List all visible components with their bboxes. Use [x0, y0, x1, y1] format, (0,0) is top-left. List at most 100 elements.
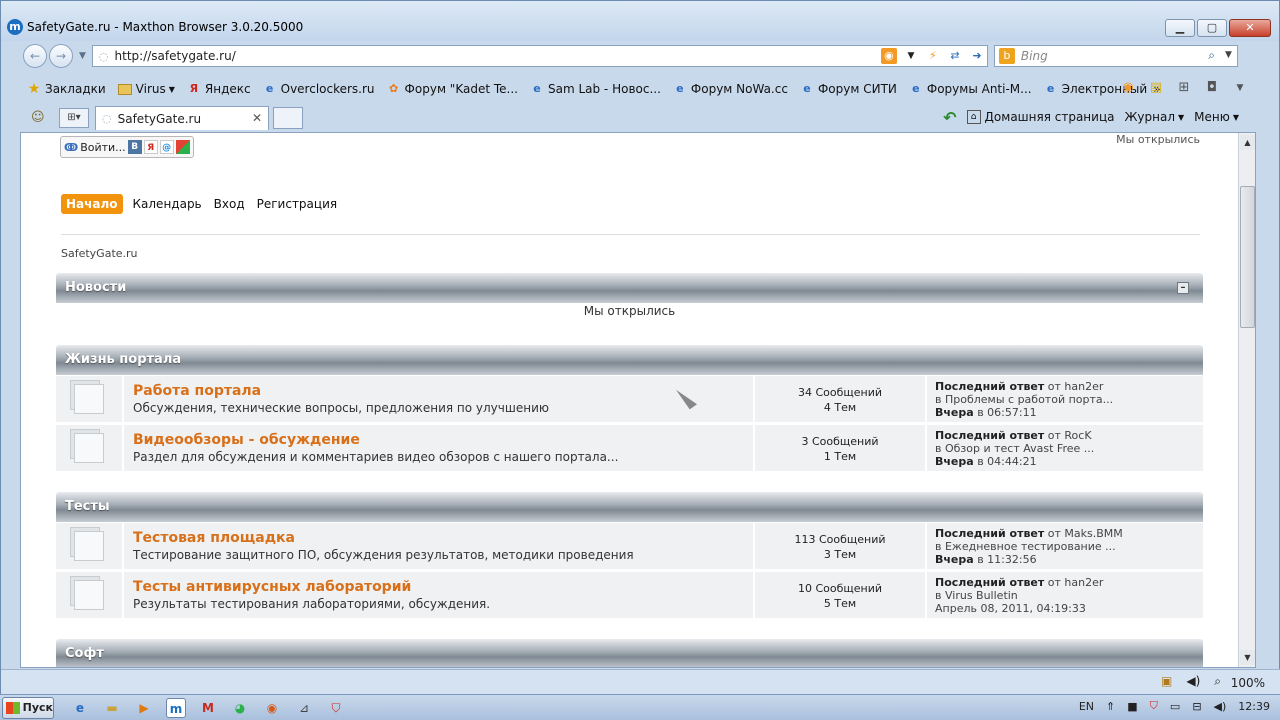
- scroll-down-icon[interactable]: ▼: [1240, 650, 1255, 665]
- bookmark-kadet[interactable]: ✿ Форум "Kadet Te...: [387, 82, 518, 96]
- clock[interactable]: 12:39: [1238, 700, 1270, 713]
- breadcrumb[interactable]: SafetyGate.ru: [61, 247, 138, 260]
- zoom-icon[interactable]: ⌕: [1214, 674, 1221, 689]
- last-post-topic[interactable]: в Обзор и тест Avast Free ...: [935, 442, 1203, 455]
- last-post-author[interactable]: от RocK: [1048, 429, 1092, 442]
- toolbar-dropdown-icon[interactable]: ▼: [1231, 79, 1249, 97]
- language-indicator[interactable]: EN: [1079, 700, 1094, 713]
- yandex-icon[interactable]: Я: [143, 140, 158, 154]
- last-post-label: Последний ответ: [935, 527, 1045, 540]
- google-icon[interactable]: [175, 140, 190, 154]
- tab-safetygate[interactable]: ◌ SafetyGate.ru ✕: [95, 106, 269, 130]
- refresh-icon[interactable]: ⇄: [947, 48, 963, 64]
- last-post-day: Вчера: [935, 553, 974, 566]
- antivirus-shield-icon[interactable]: ⛉: [326, 698, 346, 718]
- undo-close-icon[interactable]: ↶: [943, 108, 956, 127]
- chrome-icon[interactable]: ◕: [230, 698, 250, 718]
- menu-home[interactable]: Начало: [61, 194, 123, 214]
- bookmark-yandex[interactable]: Я Яндекс: [187, 82, 251, 96]
- divider: [61, 234, 1200, 235]
- last-post-topic[interactable]: в Проблемы с работой порта...: [935, 393, 1203, 406]
- last-post-topic[interactable]: в Ежедневное тестирование ...: [935, 540, 1203, 553]
- forum-stats: 113 Сообщений 3 Тем: [755, 523, 927, 569]
- last-post-time: в 06:57:11: [977, 406, 1037, 419]
- menu-register[interactable]: Регистрация: [257, 197, 337, 211]
- rss-icon[interactable]: ◉: [880, 48, 897, 64]
- history-dropdown[interactable]: ▼: [79, 51, 86, 61]
- tray-expand-icon[interactable]: ⇑: [1106, 700, 1115, 713]
- forum-title-link[interactable]: Тестовая площадка: [133, 530, 753, 547]
- menu-calendar[interactable]: Календарь: [133, 197, 202, 211]
- notifications-icon[interactable]: ▣: [1161, 674, 1172, 689]
- collapse-icon[interactable]: –: [1177, 282, 1189, 294]
- media-player-icon[interactable]: ▶: [134, 698, 154, 718]
- last-post-label: Последний ответ: [935, 429, 1045, 442]
- maxthon-taskbar-icon[interactable]: m: [166, 697, 186, 718]
- last-post-topic[interactable]: в Virus Bulletin: [935, 589, 1203, 602]
- forward-button[interactable]: →: [49, 44, 73, 68]
- address-bar[interactable]: ◌ http://safetygate.ru/ ◉ ▼ ⚡ ⇄ ➜: [91, 45, 988, 67]
- bookmark-nowa[interactable]: e Форум NoWa.cc: [673, 82, 788, 96]
- bookmark-bookmarks[interactable]: ★ Закладки: [27, 82, 106, 96]
- menu-login[interactable]: Вход: [214, 197, 245, 211]
- extensions-icon[interactable]: ⊞: [1175, 79, 1193, 97]
- scrollbar-thumb[interactable]: [1240, 186, 1255, 328]
- vertical-scrollbar[interactable]: ▲ ▼: [1238, 133, 1255, 667]
- journal-button[interactable]: Журнал ▼: [1124, 110, 1184, 124]
- tray-monitor-icon[interactable]: ▭: [1170, 700, 1180, 713]
- last-post-author[interactable]: от Maks.BMM: [1048, 527, 1123, 540]
- screenshot-icon[interactable]: ◘: [1203, 79, 1221, 97]
- forum-row: Тестовая площадка Тестирование защитного…: [56, 523, 1203, 570]
- notes-icon[interactable]: ▤: [1147, 79, 1165, 97]
- last-post-info: Последний ответ от Maks.BMM в Ежедневное…: [927, 523, 1203, 569]
- forum-title-link[interactable]: Тесты антивирусных лабораторий: [133, 579, 753, 596]
- user-icon[interactable]: ☺: [31, 109, 49, 127]
- maximize-button[interactable]: ▢: [1197, 19, 1227, 37]
- bookmark-overclockers[interactable]: e Overclockers.ru: [263, 82, 375, 96]
- bookmark-siti[interactable]: e Форум СИТИ: [800, 82, 897, 96]
- address-dropdown-icon[interactable]: ▼: [903, 48, 919, 64]
- zoom-level[interactable]: 100%: [1231, 676, 1265, 690]
- bing-icon: b: [998, 48, 1015, 64]
- home-page-button[interactable]: ⌂ Домашняя страница: [966, 110, 1114, 124]
- menu-button[interactable]: Меню ▼: [1194, 110, 1239, 124]
- feeds-icon[interactable]: ◉: [1119, 79, 1137, 97]
- search-icon[interactable]: ⌕: [1208, 48, 1215, 63]
- category-soft-header: Софт: [56, 639, 1203, 667]
- tab-switcher-button[interactable]: ⊞▾: [59, 108, 89, 128]
- last-post-author[interactable]: от han2er: [1048, 576, 1104, 589]
- vk-icon[interactable]: B: [127, 140, 142, 154]
- visual-studio-icon[interactable]: ⊿: [294, 698, 314, 718]
- last-post-info: Последний ответ от RocK в Обзор и тест A…: [927, 425, 1203, 471]
- minimize-button[interactable]: ▁: [1165, 19, 1195, 37]
- tab-close-icon[interactable]: ✕: [252, 111, 262, 125]
- forum-title-link[interactable]: Видеообзоры - обсуждение: [133, 432, 753, 449]
- search-dropdown-icon[interactable]: ▼: [1225, 50, 1232, 60]
- tray-network-icon[interactable]: ⊟: [1192, 700, 1201, 713]
- internet-explorer-icon[interactable]: e: [70, 698, 90, 718]
- explorer-folder-icon[interactable]: ▬: [102, 698, 122, 718]
- lightning-icon[interactable]: ⚡: [925, 48, 941, 64]
- tray-shield-icon[interactable]: ⛉: [1150, 699, 1158, 713]
- last-post-author[interactable]: от han2er: [1048, 380, 1104, 393]
- volume-icon[interactable]: ◀): [1186, 674, 1200, 689]
- social-login-box[interactable]: ↂ Войти... B Я @: [60, 136, 194, 158]
- mail-icon[interactable]: @: [159, 140, 174, 154]
- go-arrow-icon[interactable]: ➜: [969, 48, 985, 64]
- scroll-up-icon[interactable]: ▲: [1240, 135, 1255, 150]
- tray-app-icon[interactable]: ■: [1127, 700, 1137, 713]
- tray-volume-icon[interactable]: ◀): [1214, 700, 1227, 713]
- new-tab-button[interactable]: [273, 107, 303, 129]
- app-m-icon[interactable]: M: [198, 698, 218, 718]
- bookmark-antim[interactable]: e Форумы Anti-M...: [909, 82, 1031, 96]
- forum-title-link[interactable]: Работа портала: [133, 383, 753, 400]
- bookmark-samlab[interactable]: e Sam Lab - Новос...: [530, 82, 661, 96]
- category-title: Софт: [65, 646, 104, 661]
- start-button[interactable]: Пуск: [2, 696, 54, 719]
- close-button[interactable]: ✕: [1229, 19, 1271, 37]
- back-button[interactable]: ←: [23, 44, 47, 68]
- firefox-icon[interactable]: ◉: [262, 698, 282, 718]
- bookmark-virus[interactable]: Virus ▼: [117, 82, 175, 96]
- search-box[interactable]: b Bing ⌕ ▼: [993, 45, 1238, 67]
- main-menu: Начало Календарь Вход Регистрация: [61, 194, 349, 214]
